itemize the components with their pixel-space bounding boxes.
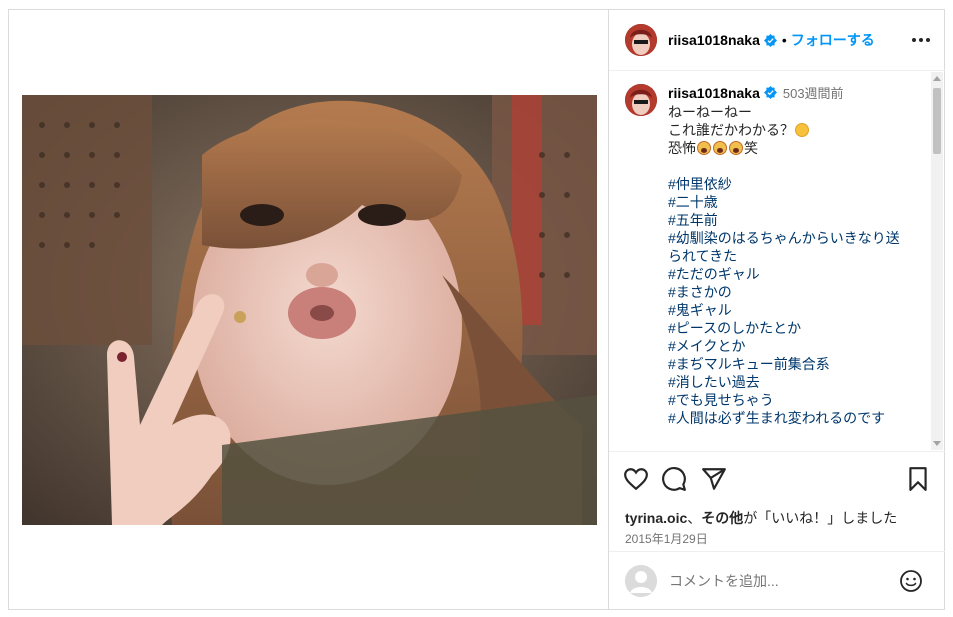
- hashtag[interactable]: #消したい過去: [668, 373, 900, 391]
- caption-line-text: 笑: [744, 140, 758, 156]
- post-header: riisa1018naka • フォローする: [609, 10, 945, 71]
- post-caption: riisa1018naka 503週間前 ねーねーねー これ誰だかわかる？ 恐怖 笑…: [625, 84, 925, 427]
- comments-area[interactable]: riisa1018naka 503週間前 ねーねーねー これ誰だかわかる？ 恐怖 笑…: [609, 72, 945, 450]
- avatar-image: [625, 24, 657, 56]
- hashtag[interactable]: #まさかの: [668, 283, 900, 301]
- scroll-down-arrow-icon[interactable]: [933, 441, 941, 446]
- hashtag[interactable]: #でも見せちゃう: [668, 391, 900, 409]
- scrollbar-thumb[interactable]: [933, 88, 941, 154]
- more-horizontal-icon[interactable]: [911, 32, 931, 48]
- author-avatar[interactable]: [625, 24, 657, 56]
- hashtag-continuation[interactable]: られてきた: [668, 247, 900, 265]
- viewer-avatar: [625, 564, 657, 597]
- separator-dot: •: [781, 32, 787, 48]
- send-icon[interactable]: [701, 466, 727, 492]
- author-username[interactable]: riisa1018naka: [668, 32, 760, 48]
- caption-username[interactable]: riisa1018naka: [668, 85, 760, 101]
- hashtag[interactable]: #幼馴染のはるちゃんからいきなり送: [668, 229, 900, 247]
- hashtag[interactable]: #二十歳: [668, 193, 900, 211]
- caption-line: これ誰だかわかる？: [668, 121, 900, 139]
- emoji-icon[interactable]: [899, 569, 923, 593]
- hashtag[interactable]: #ただのギャル: [668, 265, 900, 283]
- comments-scrollbar[interactable]: [931, 72, 943, 450]
- hashtag[interactable]: #ピースのしかたとか: [668, 319, 900, 337]
- hashtag[interactable]: #五年前: [668, 211, 900, 229]
- verified-badge-icon: [763, 33, 777, 47]
- scroll-up-arrow-icon[interactable]: [933, 76, 941, 81]
- laughing-emoji-icon: [795, 123, 809, 137]
- scream-emoji-icon: [729, 141, 743, 155]
- avatar-image: [625, 84, 657, 116]
- post-media: [9, 10, 608, 609]
- scream-emoji-icon: [713, 141, 727, 155]
- post-date[interactable]: 2015年1月29日: [625, 530, 708, 547]
- likes-suffix: が「いいね！」しました: [743, 510, 898, 526]
- photo-illustration: [22, 95, 597, 525]
- caption-header: riisa1018naka 503週間前: [668, 84, 900, 103]
- heart-icon[interactable]: [623, 466, 649, 492]
- caption-time[interactable]: 503週間前: [783, 86, 844, 101]
- caption-line: 恐怖 笑: [668, 139, 900, 157]
- likes-others-link[interactable]: その他: [701, 510, 743, 526]
- caption-line: ねーねーねー: [668, 104, 752, 120]
- default-avatar-icon: [625, 564, 657, 597]
- bookmark-icon[interactable]: [905, 466, 931, 492]
- follow-button[interactable]: フォローする: [791, 30, 875, 50]
- scream-emoji-icon: [697, 141, 711, 155]
- hashtag[interactable]: #メイクとか: [668, 337, 900, 355]
- likes-separator: 、: [687, 510, 702, 526]
- post-actions: tyrina.oic、その他が「いいね！」しました 2015年1月29日: [609, 451, 945, 551]
- post-sidebar: riisa1018naka • フォローする riisa1018naka 503…: [608, 10, 945, 609]
- hashtag[interactable]: #人間は必ず生まれ変われるのです: [668, 409, 900, 427]
- caption-line-text: これ誰だかわかる？: [668, 122, 794, 138]
- post-photo[interactable]: [22, 95, 597, 525]
- hashtag[interactable]: #鬼ギャル: [668, 301, 900, 319]
- caption-body: riisa1018naka 503週間前 ねーねーねー これ誰だかわかる？ 恐怖 笑…: [668, 84, 900, 427]
- comment-input[interactable]: [669, 572, 889, 589]
- post-dialog: riisa1018naka • フォローする riisa1018naka 503…: [8, 9, 945, 610]
- likes-summary: tyrina.oic、その他が「いいね！」しました: [625, 508, 897, 528]
- add-comment-bar: [609, 551, 945, 609]
- verified-badge-icon: [763, 86, 777, 99]
- hashtag[interactable]: #まぢマルキュー前集合系: [668, 355, 900, 373]
- hashtag[interactable]: #仲里依紗: [668, 175, 900, 193]
- caption-avatar[interactable]: [625, 84, 657, 116]
- caption-line-text: 恐怖: [668, 140, 696, 156]
- comment-icon[interactable]: [661, 466, 687, 492]
- liked-by-user[interactable]: tyrina.oic: [625, 510, 687, 526]
